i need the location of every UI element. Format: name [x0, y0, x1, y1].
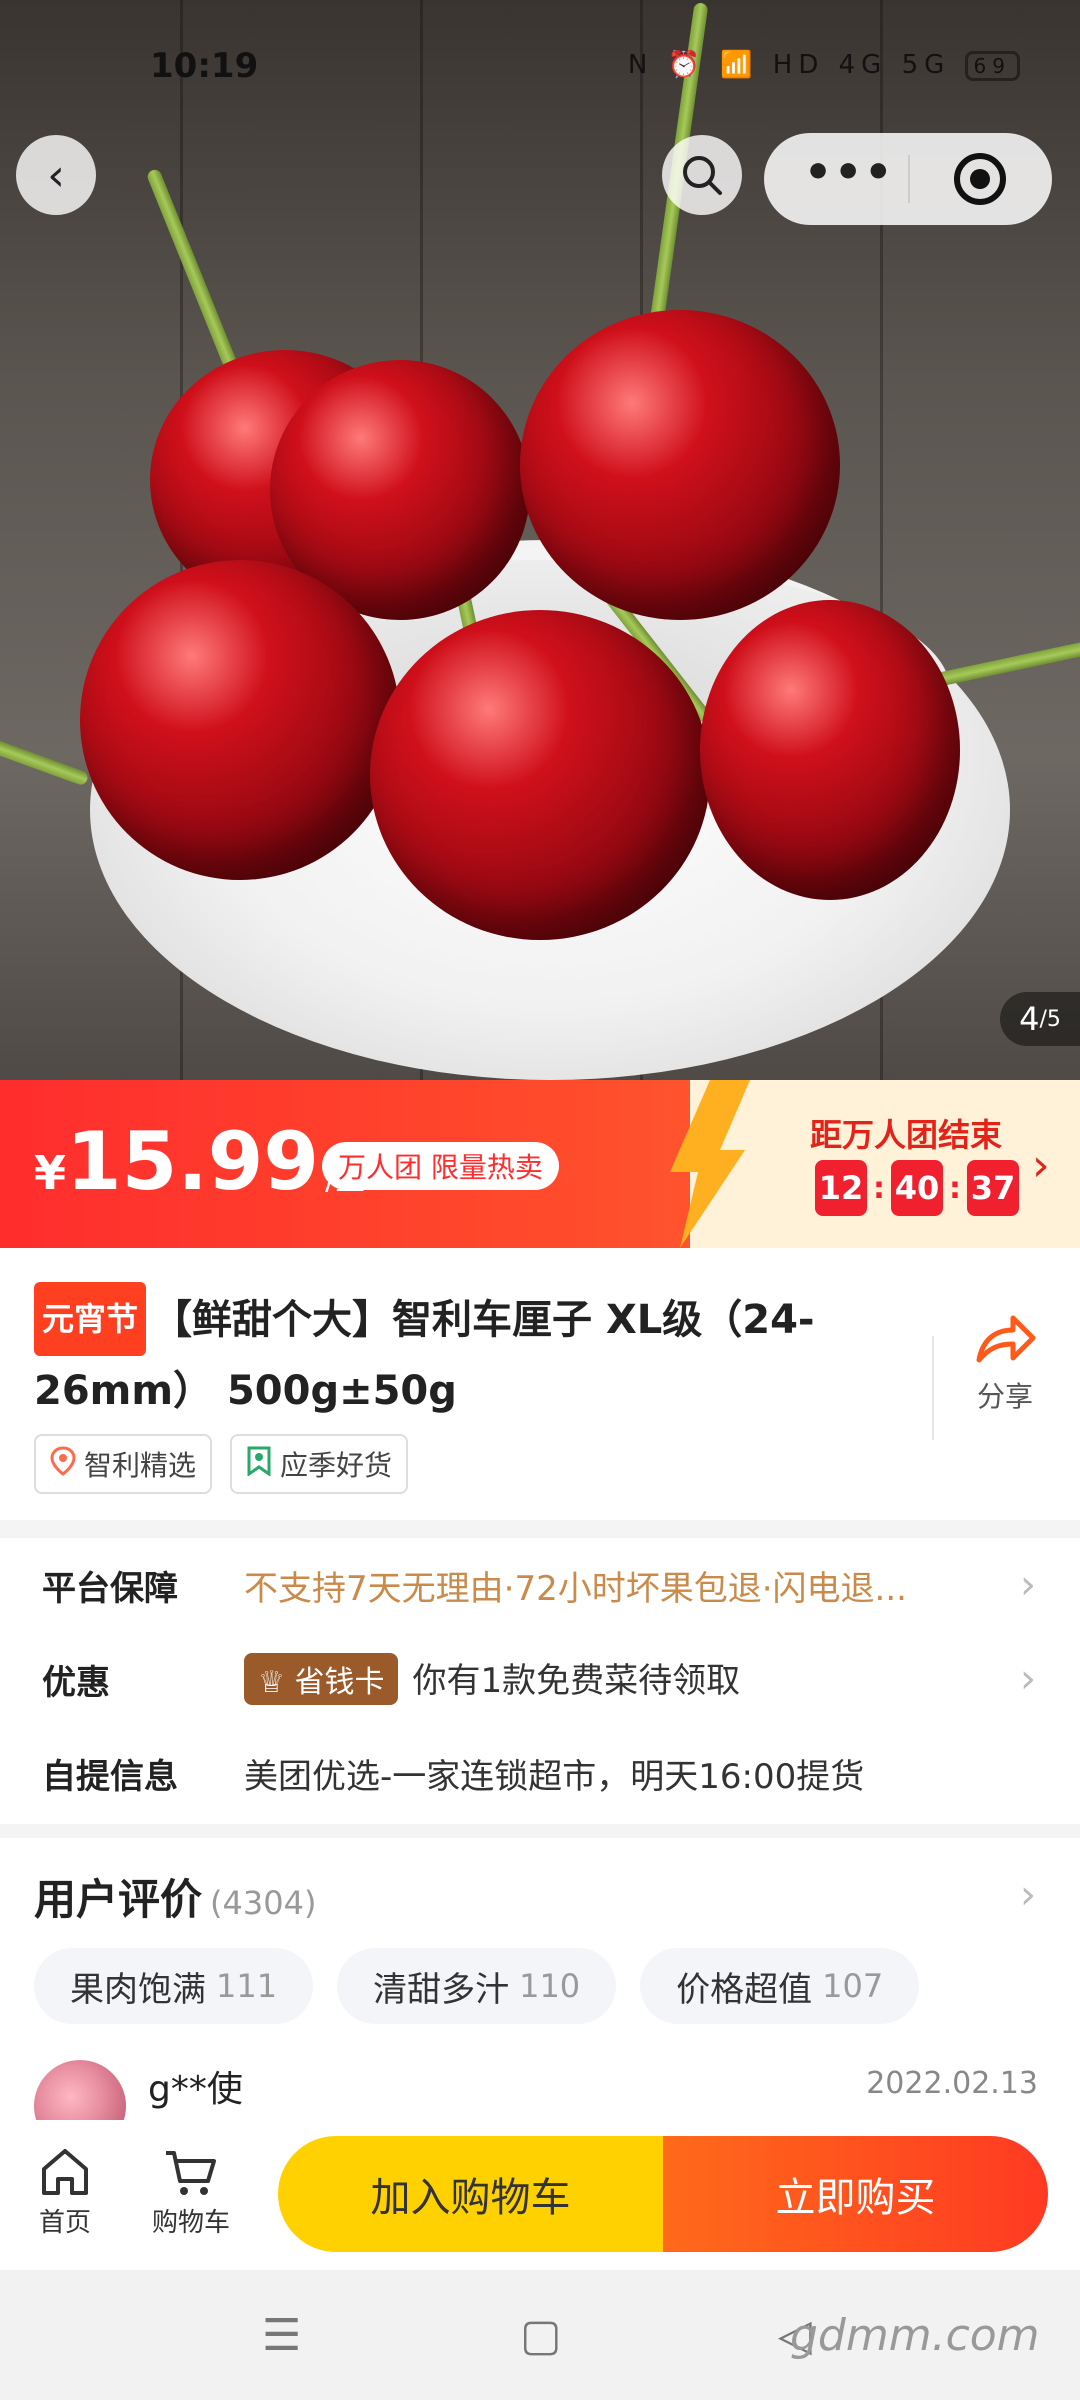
price: ¥15.99/盒 [34, 1122, 365, 1202]
currency-symbol: ¥ [34, 1146, 67, 1200]
guarantee-row[interactable]: 平台保障 不支持7天无理由·72小时坏果包退·闪电退... › [0, 1540, 1080, 1630]
review-date: 2022.02.13 [866, 2066, 1038, 2101]
product-title-card: 元宵节 【鲜甜个大】智利车厘子 XL级（24-26mm） 500g±50g 分享 … [0, 1248, 1080, 1520]
review-tag-count: 110 [519, 1967, 581, 2005]
status-icons: N ⏰ 📶 HD 4G 5G 69 [628, 50, 1020, 81]
review-tag-label: 清甜多汁 [373, 1969, 510, 2010]
share-label: 分享 [976, 1380, 1033, 1413]
reviews-title-text: 用户评价 [34, 1875, 203, 1924]
crown-icon: ♕ [258, 1665, 285, 1700]
review-tag-label: 果肉饱满 [70, 1969, 206, 2010]
pickup-row: 自提信息 美团优选-一家连锁超市，明天16:00提货 [0, 1728, 1080, 1818]
share-button[interactable]: 分享 [930, 1310, 1080, 1415]
gallery-total: /5 [1039, 1006, 1061, 1032]
more-dots-icon[interactable]: ••• [804, 151, 894, 195]
miniapp-capsule: ••• [764, 133, 1052, 225]
target-icon[interactable] [954, 153, 1006, 205]
reviewer-name: g**使 [148, 2069, 243, 2110]
stem [935, 619, 1080, 687]
cherry [700, 600, 960, 900]
reviews-title[interactable]: 用户评价 (4304) [34, 1866, 316, 1927]
menu-icon[interactable]: ☰ [262, 2310, 301, 2361]
location-pin-icon [50, 1445, 76, 1483]
chevron-right-icon[interactable]: › [1020, 1872, 1036, 1918]
product-title-text: 【鲜甜个大】智利车厘子 XL级（24-26mm） 500g±50g [34, 1297, 815, 1414]
nav-cart[interactable]: 购物车 [136, 2142, 246, 2239]
gallery-current: 4 [1019, 1000, 1040, 1038]
network-icons: N ⏰ 📶 HD 4G 5G [627, 50, 951, 80]
review-tag-count: 111 [216, 1967, 278, 2005]
product-title: 元宵节 【鲜甜个大】智利车厘子 XL级（24-26mm） 500g±50g [34, 1282, 894, 1426]
lightning-icon [670, 1080, 750, 1248]
reviews-count: (4304) [210, 1884, 317, 1922]
countdown-separator: : [873, 1170, 885, 1206]
back-button[interactable]: ‹ [16, 135, 96, 215]
countdown-hours: 12 [815, 1160, 867, 1216]
cherry [80, 560, 400, 880]
capsule-divider [908, 155, 910, 203]
cart-icon [136, 2142, 246, 2202]
countdown-minutes: 40 [891, 1160, 943, 1216]
reviews-section: 用户评价 (4304) › 果肉饱满 111 清甜多汁 110 价格超值 107 g**… [0, 1838, 1080, 2152]
discount-value: ♕ 省钱卡 你有1款免费菜待领取 [244, 1653, 740, 1705]
countdown-separator: : [949, 1170, 961, 1206]
bookmark-star-icon [246, 1446, 272, 1483]
home-icon [10, 2142, 120, 2202]
group-buy-tag: 万人团 限量热卖 [322, 1142, 559, 1190]
guarantee-value: 不支持7天无理由·72小时坏果包退·闪电退... [244, 1568, 907, 1609]
discount-row[interactable]: 优惠 ♕ 省钱卡 你有1款免费菜待领取 › [0, 1634, 1080, 1724]
review-tag[interactable]: 清甜多汁 110 [337, 1948, 617, 2024]
price-banner: ¥15.99/盒 万人团 限量热卖 距万人团结束 12 : 40 : 37 › [0, 1080, 1080, 1248]
discount-text: 你有1款免费菜待领取 [412, 1661, 741, 1701]
guarantee-label: 平台保障 [42, 1568, 178, 1609]
system-nav-bar: ☰ ▢ ◁ gdmm.com [0, 2270, 1080, 2400]
nav-home[interactable]: 首页 [10, 2142, 120, 2239]
home-square-icon[interactable]: ▢ [520, 2310, 562, 2361]
review-tag-count: 107 [822, 1967, 884, 2005]
service-info-card: 平台保障 不支持7天无理由·72小时坏果包退·闪电退... › 优惠 ♕ 省钱卡… [0, 1538, 1080, 1824]
product-image[interactable]: 10:19 N ⏰ 📶 HD 4G 5G 69 ‹ ••• 4/5 [0, 0, 1080, 1080]
buy-now-button[interactable]: 立即购买 [663, 2136, 1048, 2252]
chevron-right-icon: › [1020, 1562, 1036, 1608]
search-icon [683, 156, 722, 195]
countdown-seconds: 37 [967, 1160, 1019, 1216]
chevron-left-icon: ‹ [47, 149, 65, 201]
countdown-label: 距万人团结束 [810, 1116, 1003, 1154]
chevron-right-icon: › [1020, 1656, 1036, 1702]
saver-card-badge: ♕ 省钱卡 [244, 1653, 399, 1705]
pickup-label: 自提信息 [42, 1756, 178, 1797]
chevron-right-icon[interactable]: › [1032, 1140, 1050, 1191]
nav-home-label: 首页 [38, 2208, 91, 2238]
nav-cart-label: 购物车 [151, 2208, 230, 2238]
chip-origin: 智利精选 [34, 1434, 213, 1494]
review-tag-label: 价格超值 [676, 1969, 813, 2010]
chip-label: 应季好货 [280, 1449, 393, 1482]
feature-chips: 智利精选 应季好货 [34, 1434, 426, 1494]
review-tag[interactable]: 果肉饱满 111 [34, 1948, 314, 2024]
stem [0, 711, 90, 787]
gallery-counter: 4/5 [1000, 992, 1080, 1046]
pickup-value: 美团优选-一家连锁超市，明天16:00提货 [244, 1756, 865, 1797]
status-bar: 10:19 N ⏰ 📶 HD 4G 5G 69 [0, 40, 1080, 100]
watermark: gdmm.com [790, 2310, 1040, 2361]
bottom-action-bar: 首页 购物车 加入购物车 立即购买 [0, 2120, 1080, 2270]
festival-tag: 元宵节 [34, 1282, 147, 1356]
add-to-cart-button[interactable]: 加入购物车 [278, 2136, 663, 2252]
review-tags: 果肉饱满 111 清甜多汁 110 价格超值 107 [34, 1948, 943, 2024]
discount-label: 优惠 [42, 1662, 110, 1703]
chip-season: 应季好货 [230, 1434, 409, 1494]
chip-label: 智利精选 [84, 1449, 197, 1482]
countdown-timer: 12 : 40 : 37 [815, 1160, 1019, 1216]
cta-group: 加入购物车 立即购买 [278, 2136, 1048, 2252]
share-icon [976, 1315, 1036, 1363]
cherry [370, 610, 710, 940]
status-time: 10:19 [150, 46, 259, 86]
search-button[interactable] [662, 135, 742, 215]
battery-icon: 69 [964, 50, 1020, 81]
saver-card-label: 省钱卡 [294, 1665, 385, 1700]
price-value: 15.99 [66, 1115, 320, 1208]
cherry [520, 310, 840, 620]
review-tag[interactable]: 价格超值 107 [640, 1948, 920, 2024]
